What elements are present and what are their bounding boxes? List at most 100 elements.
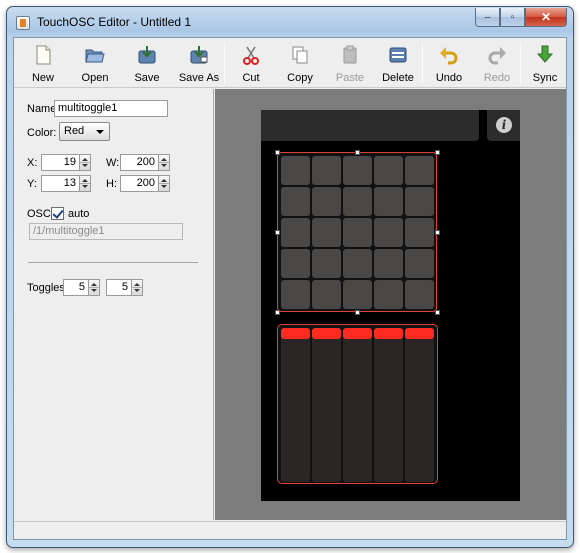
open-button[interactable]: Open: [70, 38, 120, 88]
paste-button[interactable]: Paste: [326, 38, 374, 88]
save-button[interactable]: Save: [122, 38, 172, 88]
toggle-cell[interactable]: [374, 218, 403, 247]
name-field[interactable]: multitoggle1: [54, 100, 168, 117]
toggle-cell[interactable]: [374, 280, 403, 309]
spin-down-icon[interactable]: [134, 289, 140, 292]
cut-button[interactable]: Cut: [228, 38, 274, 88]
undo-button[interactable]: Undo: [426, 38, 472, 88]
w-spinner-arrows[interactable]: [159, 154, 170, 171]
resize-handle[interactable]: [355, 310, 360, 315]
maximize-button[interactable]: ▫: [500, 8, 525, 27]
spin-down-icon[interactable]: [91, 289, 97, 292]
toggle-cell[interactable]: [312, 218, 341, 247]
w-value[interactable]: 200: [120, 154, 159, 171]
save-as-button[interactable]: Save As: [174, 38, 224, 88]
toggle-cell[interactable]: [281, 218, 310, 247]
y-spinner-arrows[interactable]: [80, 175, 91, 192]
h-spinner[interactable]: 200: [120, 175, 171, 192]
spin-up-icon[interactable]: [91, 283, 97, 286]
fader[interactable]: [343, 328, 372, 482]
spin-up-icon[interactable]: [161, 158, 167, 161]
toggle-cell[interactable]: [343, 187, 372, 216]
toggle-cell[interactable]: [374, 187, 403, 216]
x-value[interactable]: 19: [41, 154, 80, 171]
redo-button[interactable]: Redo: [474, 38, 520, 88]
layout-canvas[interactable]: i: [215, 89, 566, 520]
h-value[interactable]: 200: [120, 175, 159, 192]
toggle-cell[interactable]: [374, 156, 403, 185]
spin-down-icon[interactable]: [82, 185, 88, 188]
toggle-cell[interactable]: [281, 156, 310, 185]
x-spinner-arrows[interactable]: [80, 154, 91, 171]
resize-handle[interactable]: [275, 310, 280, 315]
minimize-button[interactable]: –: [475, 8, 500, 27]
toggle-cell[interactable]: [405, 280, 434, 309]
fader-cap[interactable]: [374, 328, 403, 339]
spin-down-icon[interactable]: [161, 185, 167, 188]
fader-cap[interactable]: [343, 328, 372, 339]
resize-handle[interactable]: [435, 230, 440, 235]
resize-handle[interactable]: [275, 150, 280, 155]
toggle-cell[interactable]: [343, 249, 372, 278]
page-tab-bar[interactable]: [261, 110, 479, 141]
title-bar[interactable]: TouchOSC Editor - Untitled 1 – ▫ ✕: [7, 7, 573, 37]
toggle-cell[interactable]: [343, 156, 372, 185]
toggle-cell[interactable]: [312, 187, 341, 216]
multifader-widget[interactable]: [277, 324, 438, 484]
toggle-cell[interactable]: [312, 280, 341, 309]
copy-button[interactable]: Copy: [276, 38, 324, 88]
spin-up-icon[interactable]: [161, 179, 167, 182]
osc-address-field[interactable]: /1/multitoggle1: [29, 223, 183, 240]
spin-down-icon[interactable]: [161, 164, 167, 167]
fader-cap[interactable]: [281, 328, 310, 339]
toggles-y-value[interactable]: 5: [106, 279, 132, 296]
w-spinner[interactable]: 200: [120, 154, 171, 171]
toggle-cell[interactable]: [374, 249, 403, 278]
x-label: X:: [27, 157, 38, 169]
y-value[interactable]: 13: [41, 175, 80, 192]
toggle-cell[interactable]: [405, 249, 434, 278]
fader[interactable]: [312, 328, 341, 482]
info-button[interactable]: i: [487, 110, 520, 141]
toggle-cell[interactable]: [405, 187, 434, 216]
toggle-cell[interactable]: [281, 187, 310, 216]
device-screen[interactable]: i: [261, 110, 520, 501]
x-spinner[interactable]: 19: [41, 154, 92, 171]
spin-up-icon[interactable]: [134, 283, 140, 286]
close-button[interactable]: ✕: [525, 8, 567, 27]
multitoggle-widget[interactable]: [277, 152, 437, 312]
toggle-cell[interactable]: [312, 156, 341, 185]
h-spinner-arrows[interactable]: [159, 175, 170, 192]
resize-handle[interactable]: [275, 230, 280, 235]
toggle-cell[interactable]: [343, 280, 372, 309]
spin-down-icon[interactable]: [82, 164, 88, 167]
spin-up-icon[interactable]: [82, 158, 88, 161]
fader-cap[interactable]: [312, 328, 341, 339]
new-button[interactable]: New: [22, 38, 64, 88]
fader[interactable]: [374, 328, 403, 482]
resize-handle[interactable]: [435, 150, 440, 155]
fader[interactable]: [281, 328, 310, 482]
color-select[interactable]: Red: [59, 122, 110, 141]
y-spinner[interactable]: 13: [41, 175, 92, 192]
toggles-y-spinner[interactable]: 5: [106, 279, 144, 296]
toggle-cell[interactable]: [281, 249, 310, 278]
spin-up-icon[interactable]: [82, 179, 88, 182]
resize-handle[interactable]: [355, 150, 360, 155]
resize-handle[interactable]: [435, 310, 440, 315]
toggles-x-spinner-arrows[interactable]: [89, 279, 100, 296]
toggle-cell[interactable]: [343, 218, 372, 247]
toggles-x-spinner[interactable]: 5: [63, 279, 101, 296]
toggle-cell[interactable]: [312, 249, 341, 278]
toggles-x-value[interactable]: 5: [63, 279, 89, 296]
sync-button[interactable]: Sync: [522, 38, 568, 88]
delete-button[interactable]: Delete: [374, 38, 422, 88]
toggle-cell[interactable]: [405, 156, 434, 185]
toggle-cell[interactable]: [281, 280, 310, 309]
fader[interactable]: [405, 328, 434, 482]
osc-auto-checkbox[interactable]: [51, 207, 64, 220]
toggle-cell[interactable]: [405, 218, 434, 247]
toggles-y-spinner-arrows[interactable]: [132, 279, 143, 296]
fader-cap[interactable]: [405, 328, 434, 339]
divider: [28, 262, 198, 263]
